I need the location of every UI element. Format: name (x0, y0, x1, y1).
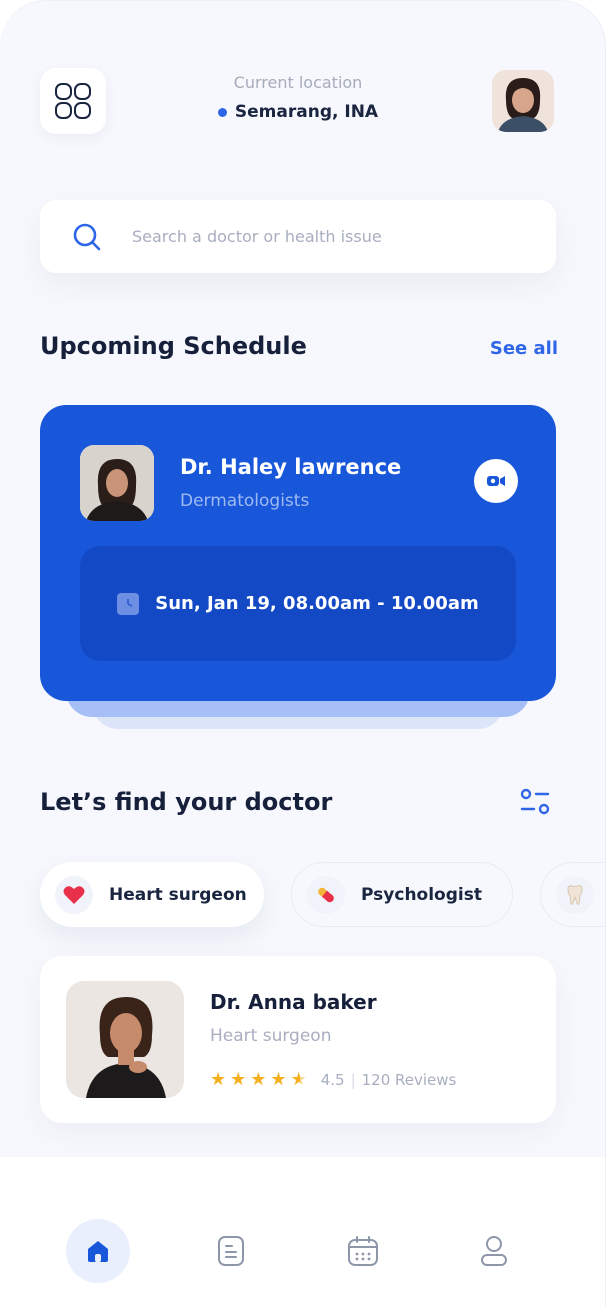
calendar-icon (348, 1236, 378, 1266)
chip-psychologist[interactable]: Psychologist (291, 862, 513, 927)
nav-home[interactable] (66, 1219, 130, 1283)
nav-documents[interactable] (199, 1219, 263, 1283)
current-location[interactable]: Current location Semarang, INA (160, 73, 436, 122)
search-bar[interactable]: Search a doctor or health issue (40, 200, 556, 273)
find-doctor-title: Let’s find your doctor (40, 788, 333, 816)
doctor-specialty: Heart surgeon (210, 1026, 332, 1046)
doctor-name: Dr. Anna baker (210, 990, 377, 1014)
user-avatar-image (492, 70, 554, 132)
doctor-rating: ★ ★ ★ ★ ★ 4.5 | 120 Reviews (210, 1069, 457, 1090)
schedule-card[interactable]: Dr. Haley lawrence Dermatologists Sun, J… (40, 405, 556, 701)
grid-menu-icon (55, 83, 91, 119)
schedule-doctor-name: Dr. Haley lawrence (180, 455, 402, 479)
video-camera-icon (487, 476, 505, 486)
home-icon (88, 1241, 108, 1262)
search-input[interactable]: Search a doctor or health issue (132, 227, 382, 246)
bottom-navigation (0, 1157, 605, 1306)
doctor-photo (66, 981, 184, 1098)
location-label: Current location (233, 73, 363, 92)
video-call-button[interactable] (474, 459, 518, 503)
schedule-doctor-image (80, 445, 154, 521)
see-all-link[interactable]: See all (470, 338, 558, 359)
doctor-image (66, 981, 184, 1098)
half-star-icon: ★ (290, 1069, 307, 1090)
menu-button[interactable] (40, 68, 106, 134)
clock-icon (117, 592, 140, 615)
search-icon (73, 223, 101, 250)
doctor-card[interactable]: Dr. Anna baker Heart surgeon ★ ★ ★ ★ ★ 4… (40, 956, 556, 1123)
upcoming-schedule-title: Upcoming Schedule (40, 332, 307, 360)
star-icon: ★ (270, 1069, 287, 1090)
schedule-doctor-photo (80, 445, 154, 521)
location-dot-icon (217, 107, 227, 117)
chip-heart-surgeon[interactable]: Heart surgeon (40, 862, 264, 927)
rating-score: 4.5 (320, 1071, 345, 1089)
location-text: Semarang, INA (234, 102, 379, 122)
star-icon: ★ (230, 1069, 247, 1090)
appointment-datetime: Sun, Jan 19, 08.00am - 10.00am (155, 593, 479, 614)
profile-icon (481, 1236, 507, 1266)
chip-dentist[interactable] (540, 862, 605, 927)
schedule-doctor-specialty: Dermatologists (180, 491, 310, 511)
tooth-icon (556, 875, 594, 914)
chip-label: Psychologist (361, 884, 482, 905)
app-screen: Current location Semarang, INA Search a … (0, 0, 606, 1306)
pill-icon (307, 875, 345, 914)
filter-icon[interactable] (518, 785, 552, 819)
nav-calendar[interactable] (331, 1219, 395, 1283)
document-icon (218, 1236, 244, 1266)
appointment-time: Sun, Jan 19, 08.00am - 10.00am (80, 546, 516, 661)
location-value: Semarang, INA (160, 102, 436, 122)
rating-separator: | (350, 1071, 356, 1089)
chip-label: Heart surgeon (109, 884, 247, 905)
rating-reviews: 120 Reviews (361, 1071, 457, 1089)
heart-icon (55, 875, 93, 914)
nav-profile[interactable] (462, 1219, 526, 1283)
star-icon: ★ (250, 1069, 267, 1090)
user-avatar[interactable] (492, 70, 554, 132)
star-icon: ★ (210, 1069, 227, 1090)
